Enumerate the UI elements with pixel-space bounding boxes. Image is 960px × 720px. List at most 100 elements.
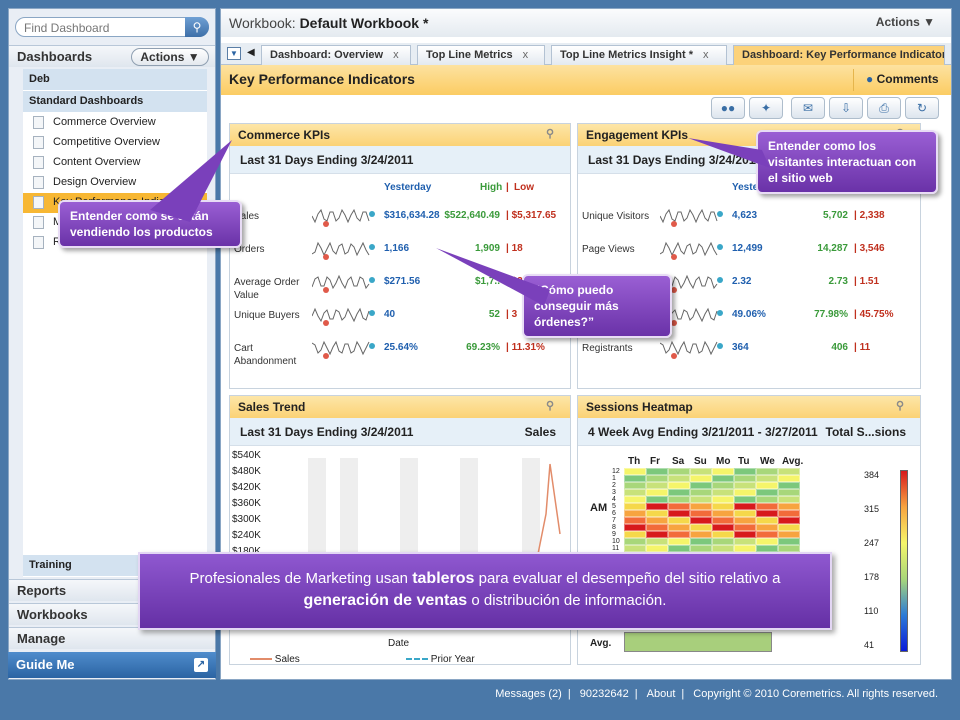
page-title: Key Performance Indicators (229, 71, 415, 87)
y-tick: $480K (232, 466, 261, 477)
heatmap-cell (734, 531, 756, 538)
tab-scroll-left-icon[interactable]: ◀ (247, 47, 255, 58)
document-icon (33, 196, 44, 209)
heatmap-cell (690, 517, 712, 524)
binoculars-icon[interactable]: ●● (711, 97, 745, 119)
heatmap-cell (778, 489, 800, 496)
heatmap-hour: 10 (612, 538, 620, 545)
metric-label: Total S...sions (825, 425, 906, 439)
kpi-label: Unique Visitors (582, 211, 650, 222)
heatmap-cell (756, 517, 778, 524)
tab-dashboard-overview[interactable]: Dashboard: Overview x (261, 45, 411, 65)
search-input[interactable]: Find Dashboard (15, 17, 209, 37)
heatmap-hour: 5 (612, 503, 616, 510)
heatmap-color-scale (900, 470, 908, 652)
heatmap-cell (756, 524, 778, 531)
kpi-high: $1,7.. (474, 276, 500, 287)
heatmap-cell (778, 503, 800, 510)
guide-me-button[interactable]: Guide Me ↗ (8, 652, 216, 678)
document-icon (33, 216, 44, 229)
about-link[interactable]: About (647, 688, 676, 700)
heatmap-cell (668, 538, 690, 545)
heatmap-day: Tu (738, 456, 750, 467)
messages-link[interactable]: Messages (2) (495, 688, 562, 700)
heatmap-cell (668, 503, 690, 510)
heatmap-scale-labels: 384 315 247 178 110 41 (864, 470, 894, 660)
tree-item-content-overview[interactable]: Content Overview (23, 153, 207, 173)
tab-top-line-metrics[interactable]: Top Line Metrics x (417, 45, 545, 65)
sidebar-actions-button[interactable]: Actions ▼ (131, 48, 209, 66)
heatmap-cell (690, 524, 712, 531)
dashboards-header[interactable]: Dashboards Actions ▼ (9, 45, 215, 67)
heatmap-cell (668, 496, 690, 503)
tab-top-line-metrics-insight[interactable]: Top Line Metrics Insight * x (551, 45, 727, 65)
sparkline (660, 340, 723, 359)
print-icon[interactable]: ⎙ (867, 97, 901, 119)
heatmap-cell (624, 468, 646, 475)
document-icon (33, 136, 44, 149)
kpi-row: Average Order Value$271.56$1,7..| $25... (230, 268, 570, 301)
tree-item-commerce-overview[interactable]: Commerce Overview (23, 113, 207, 133)
heatmap-cell (646, 468, 668, 475)
col-low: Low (514, 182, 534, 193)
heatmap-cell (734, 468, 756, 475)
close-icon[interactable]: x (523, 49, 529, 61)
close-icon[interactable]: x (393, 49, 399, 61)
heatmap-cell (624, 489, 646, 496)
legend-prior: Prior Year (406, 654, 475, 665)
heatmap-day: Mo (716, 456, 731, 467)
close-icon[interactable]: x (703, 49, 709, 61)
heatmap-cell (734, 489, 756, 496)
email-icon[interactable]: ✉ (791, 97, 825, 119)
callout-orders: “Cómo puedo conseguir más órdenes?” (522, 274, 672, 338)
heatmap-day: Sa (672, 456, 685, 467)
sparkline (312, 340, 375, 359)
search-icon[interactable]: ⚲ (185, 17, 209, 37)
manage-header[interactable]: Manage (9, 627, 215, 649)
heatmap-cell (668, 524, 690, 531)
heatmap-cell (624, 538, 646, 545)
magnify-icon[interactable]: ⚲ (546, 399, 564, 415)
heatmap-cell (646, 524, 668, 531)
workbook-actions-button[interactable]: Actions ▼ (876, 15, 935, 29)
tab-dashboard-kpi[interactable]: Dashboard: Key Performance Indicator (733, 45, 945, 65)
heatmap-day: Su (694, 456, 707, 467)
tree-item-design-overview[interactable]: Design Overview (23, 173, 207, 193)
kpi-label: Average Order Value (234, 277, 300, 301)
tree-item-competitive-overview[interactable]: Competitive Overview (23, 133, 207, 153)
comments-button[interactable]: ● Comments (853, 69, 943, 91)
refresh-icon[interactable]: ↻ (905, 97, 939, 119)
kpi-low: | $5,317.65 (506, 210, 557, 221)
legend-sales: Sales (250, 654, 300, 665)
tab-menu-icon[interactable]: ▼ (227, 47, 241, 60)
commerce-kpis-panel: Commerce KPIs ⚲ Last 31 Days Ending 3/24/… (229, 123, 571, 389)
magnify-icon[interactable]: ⚲ (546, 127, 564, 143)
tab-bar: ▼ ◀ Dashboard: Overview x Top Line Metric… (221, 43, 951, 65)
magnify-icon[interactable]: ⚲ (896, 399, 914, 415)
sparkline (660, 241, 723, 260)
y-tick: $420K (232, 482, 261, 493)
heatmap-cell (624, 496, 646, 503)
download-icon[interactable]: ⇩ (829, 97, 863, 119)
heatmap-cell (624, 482, 646, 489)
heatmap-hour: 1 (612, 475, 616, 482)
heatmap-cell (778, 524, 800, 531)
kpi-label: Page Views (582, 244, 635, 255)
tree-group-deb[interactable]: Deb (23, 69, 207, 91)
heatmap-cell (756, 510, 778, 517)
heatmap-cell (690, 510, 712, 517)
heatmap-hour: 4 (612, 496, 616, 503)
pin-icon[interactable]: ✦ (749, 97, 783, 119)
kpi-high: 5,702 (822, 210, 848, 221)
kpi-low: | 3 (506, 309, 518, 320)
heatmap-cell (778, 531, 800, 538)
sparkline (660, 208, 723, 227)
heatmap-cell (756, 482, 778, 489)
dashboard-tree: Deb Standard Dashboards Commerce Overvie… (23, 69, 207, 561)
heatmap-cell (690, 503, 712, 510)
scale-label: 247 (864, 538, 880, 548)
tree-group-standard[interactable]: Standard Dashboards (23, 91, 207, 113)
heatmap-cell (668, 517, 690, 524)
document-icon (33, 236, 44, 249)
heatmap-cell (668, 489, 690, 496)
